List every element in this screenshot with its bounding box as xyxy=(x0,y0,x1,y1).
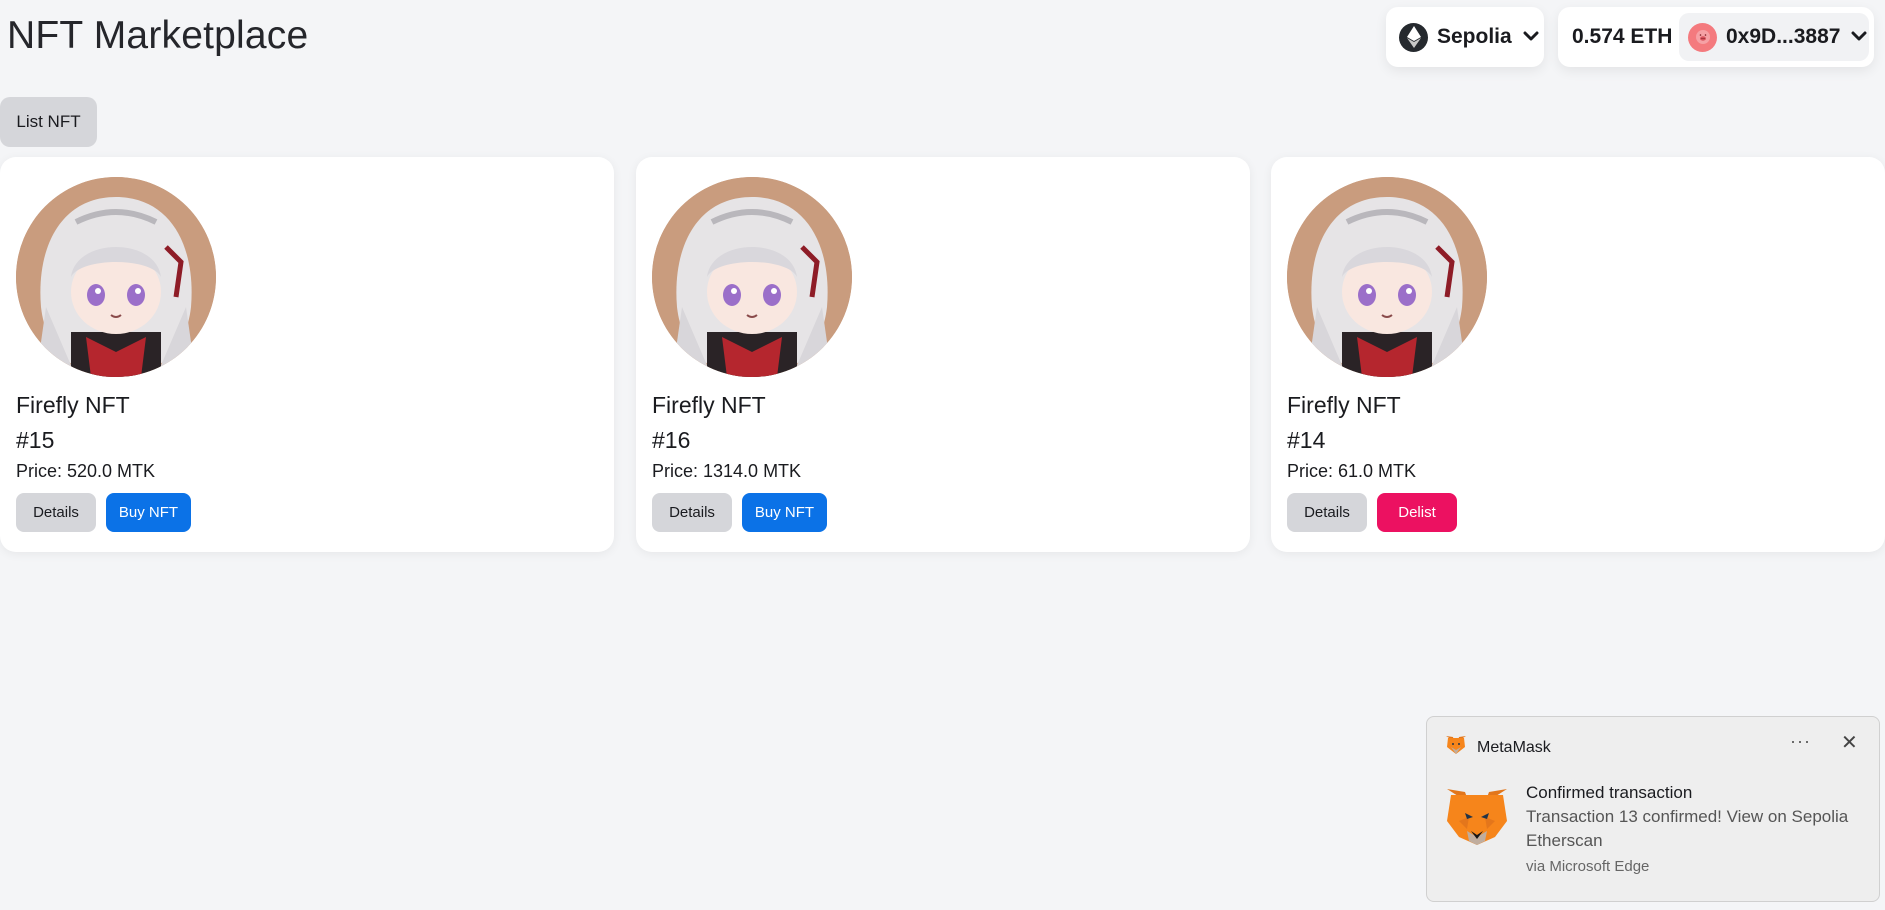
close-icon[interactable]: ✕ xyxy=(1841,730,1858,755)
avatar xyxy=(1688,22,1717,52)
nft-name: Firefly NFT xyxy=(652,392,766,418)
notification-title: Confirmed transaction xyxy=(1526,783,1693,802)
ethereum-icon xyxy=(1399,22,1428,52)
buy-nft-button[interactable]: Buy NFT xyxy=(106,493,191,532)
page: NFT Marketplace Sepolia 0.574 ETH 0x9D..… xyxy=(0,0,1885,910)
chevron-down-icon xyxy=(1851,28,1867,46)
nft-token-id: #16 xyxy=(652,427,691,453)
notification-app-name: MetaMask xyxy=(1477,738,1551,756)
metamask-fox-icon xyxy=(1445,787,1509,852)
delist-button[interactable]: Delist xyxy=(1377,493,1457,532)
account-address: 0x9D...3887 xyxy=(1726,25,1841,48)
nft-card: Firefly NFT #15 Price: 520.0 MTK Details… xyxy=(0,157,614,552)
buy-nft-button[interactable]: Buy NFT xyxy=(742,493,827,532)
wallet-balance: 0.574 ETH xyxy=(1572,25,1673,48)
details-button[interactable]: Details xyxy=(652,493,732,532)
chevron-down-icon xyxy=(1523,28,1539,46)
nft-name: Firefly NFT xyxy=(16,392,130,418)
nft-price: Price: 520.0 MTK xyxy=(16,461,156,481)
nft-image xyxy=(1287,177,1487,377)
details-button[interactable]: Details xyxy=(1287,493,1367,532)
nft-card: Firefly NFT #16 Price: 1314.0 MTK Detail… xyxy=(636,157,1250,552)
nft-token-id: #15 xyxy=(16,427,55,453)
nft-price: Price: 61.0 MTK xyxy=(1287,461,1417,481)
account-panel: 0.574 ETH 0x9D...3887 xyxy=(1558,7,1874,67)
nft-token-id: #14 xyxy=(1287,427,1326,453)
account-button[interactable]: 0x9D...3887 xyxy=(1679,13,1869,61)
nft-image xyxy=(652,177,852,377)
network-selector-button[interactable]: Sepolia xyxy=(1386,7,1544,67)
metamask-fox-icon xyxy=(1445,735,1467,760)
more-options-icon[interactable]: ··· xyxy=(1790,731,1811,752)
list-nft-button[interactable]: List NFT xyxy=(0,97,97,147)
nft-price: Price: 1314.0 MTK xyxy=(652,461,802,481)
details-button[interactable]: Details xyxy=(16,493,96,532)
notification-source: via Microsoft Edge xyxy=(1526,858,1650,875)
nft-card: Firefly NFT #14 Price: 61.0 MTK Details … xyxy=(1271,157,1885,552)
network-name: Sepolia xyxy=(1437,25,1512,48)
metamask-notification[interactable]: MetaMask ··· ✕ Confirmed transaction Tra… xyxy=(1426,716,1880,902)
notification-message: Transaction 13 confirmed! View on Sepoli… xyxy=(1526,807,1849,850)
page-title: NFT Marketplace xyxy=(7,14,309,57)
nft-name: Firefly NFT xyxy=(1287,392,1401,418)
nft-image xyxy=(16,177,216,377)
notification-header: MetaMask xyxy=(1445,735,1551,760)
